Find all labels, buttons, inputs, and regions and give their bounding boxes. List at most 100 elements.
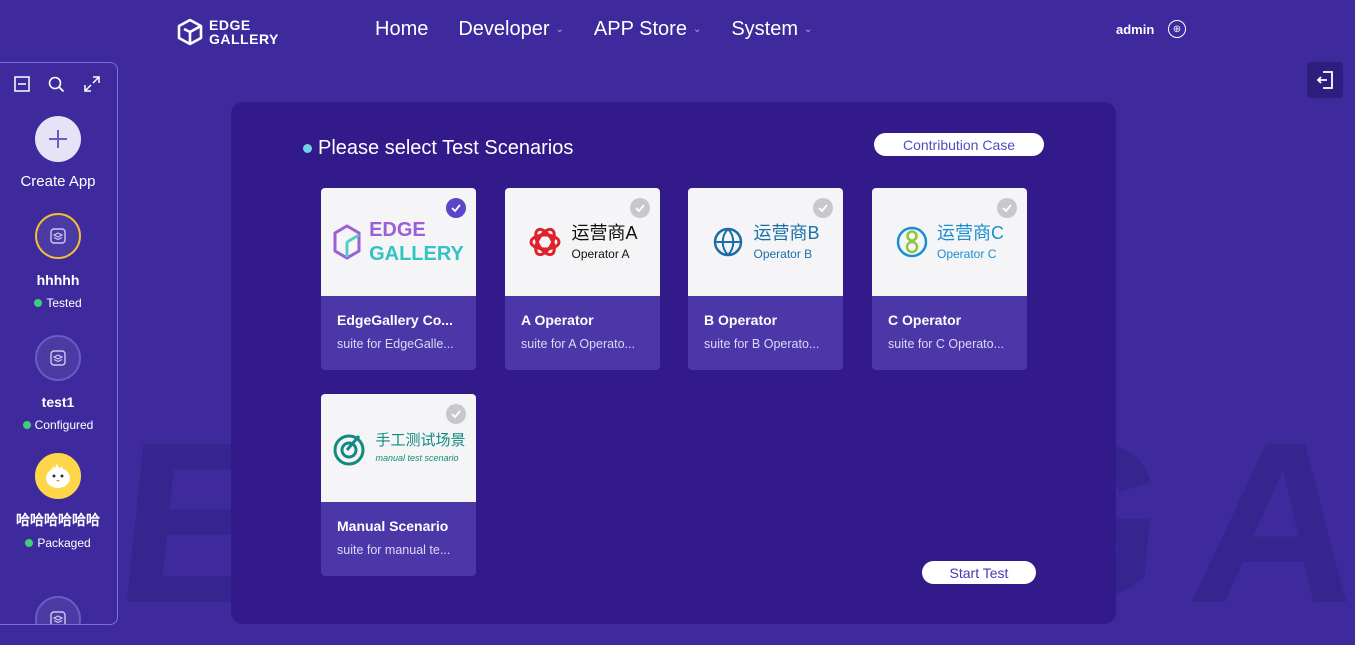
collapse-icon[interactable] [13,75,31,93]
nav-developer[interactable]: Developer ⌄ [458,18,564,41]
operator-a-emblem-icon [529,227,561,257]
nav-app-store[interactable]: APP Store ⌄ [594,18,701,41]
app-layers-icon [50,228,66,244]
target-check-icon [333,434,365,466]
card-title: EdgeGallery Co... [337,312,453,328]
cube-logo-icon [333,224,361,260]
logo-line-1: EDGE [209,17,251,33]
operator-c-emblem-icon [896,226,928,258]
scenario-card-edgegallery[interactable]: EDGE GALLERY EdgeGallery Co... suite for… [321,188,476,370]
card-image: 运营商A Operator A [505,188,660,296]
card-info: C Operator suite for C Operato... [872,296,1027,351]
status-dot [22,421,31,429]
plus-icon [49,130,67,148]
card-description: suite for A Operato... [521,337,635,351]
brand-line-1: EDGE [369,219,426,241]
nav-home[interactable]: Home [375,18,428,41]
nav-system[interactable]: System ⌄ [731,18,812,41]
sidebar-toolbar [0,63,117,97]
checkmark-icon[interactable] [813,198,833,218]
card-info: A Operator suite for A Operato... [505,296,660,351]
card-image: 运营商C Operator C [872,188,1027,296]
app-status-label: Packaged [37,536,91,550]
checkmark-icon[interactable] [997,198,1017,218]
app-avatar[interactable] [35,453,81,499]
nav-home-label: Home [375,18,429,40]
sidebar-app-item[interactable]: test1 Configured [0,335,116,432]
app-status: Configured [0,418,116,432]
scenario-card-a-operator[interactable]: 运营商A Operator A A Operator suite for A O… [505,188,660,370]
test-scenario-panel: Please select Test Scenarios Contributio… [231,102,1116,624]
logo-line-2: GALLERY [209,31,279,47]
panel-title-text: Please select Test Scenarios [318,137,574,159]
sidebar-app-item[interactable]: 哈哈哈哈哈哈 Packaged [0,453,116,550]
operator-a-logo: 运营商A Operator A [527,222,638,262]
sidebar-app-item[interactable]: hhhhh Tested [0,213,116,310]
username[interactable]: admin [1116,22,1154,37]
operator-b-logo: 运营商B Operator B [711,222,820,262]
expand-icon[interactable] [83,75,101,93]
app-status: Packaged [0,536,116,550]
app-layers-icon [50,611,66,624]
card-title: Manual Scenario [337,518,449,534]
top-navigation-bar: EDGE GALLERY Home Developer ⌄ APP Store ⌄ … [0,0,1355,64]
globe-icon[interactable]: ⊕ [1168,20,1186,38]
card-description: suite for manual te... [337,543,451,557]
checkmark-icon[interactable] [446,198,466,218]
contribution-case-button[interactable]: Contribution Case [874,133,1044,156]
brand-cn: 运营商B [753,222,820,243]
checkmark-icon[interactable] [630,198,650,218]
brand-cn: 手工测试场景 [375,432,466,450]
card-description: suite for B Operato... [704,337,820,351]
operator-c-logo: 运营商C Operator C [895,222,1004,262]
scenario-card-manual[interactable]: 手工测试场景 manual test scenario Manual Scena… [321,394,476,576]
title-bullet-icon [303,144,312,153]
app-status-label: Tested [46,296,82,310]
app-status-label: Configured [34,418,94,432]
cube-logo-icon [177,18,203,46]
brand-cn: 运营商C [937,222,1004,243]
search-icon[interactable] [48,75,66,93]
chevron-down-icon: ⌄ [555,24,564,35]
app-avatar[interactable] [35,596,81,624]
app-sidebar: Create App hhhhh Tested test1 Configured… [0,62,118,625]
edgegallery-logo[interactable]: EDGE GALLERY [177,18,279,46]
brand-en: Operator C [937,247,997,262]
card-info: B Operator suite for B Operato... [688,296,843,351]
app-name: hhhhh [36,272,80,288]
card-image: EDGE GALLERY [321,188,476,296]
app-name: test1 [41,394,75,410]
brand-cn: 运营商A [571,222,638,243]
create-app-button[interactable] [35,116,81,162]
nav-app-store-label: APP Store [593,18,687,40]
card-title: B Operator [704,312,778,328]
manual-scenario-logo: 手工测试场景 manual test scenario [331,428,466,468]
exit-icon [1316,71,1333,89]
chevron-down-icon: ⌄ [692,24,702,35]
brand-line-2: GALLERY [369,243,464,265]
scenario-card-c-operator[interactable]: 运营商C Operator C C Operator suite for C O… [872,188,1027,370]
card-title: C Operator [888,312,962,328]
edgegallery-brand-logo: EDGE GALLERY [333,218,464,266]
brand-en: Operator A [571,247,630,262]
app-avatar[interactable] [35,335,81,381]
card-info: Manual Scenario suite for manual te... [321,502,476,557]
sidebar-app-item[interactable] [0,596,116,624]
chevron-down-icon: ⌄ [804,24,813,35]
checkmark-icon[interactable] [446,404,466,424]
card-image: 运营商B Operator B [688,188,843,296]
scenario-card-b-operator[interactable]: 运营商B Operator B B Operator suite for B O… [688,188,843,370]
card-info: EdgeGallery Co... suite for EdgeGalle... [321,296,476,351]
logout-button[interactable] [1307,62,1343,98]
app-name: 哈哈哈哈哈哈 [16,512,100,528]
operator-b-globe-icon [714,227,743,257]
app-avatar[interactable] [35,213,81,259]
panel-title: Please select Test Scenarios [303,137,573,160]
chick-avatar-icon [46,463,70,488]
card-title: A Operator [521,312,594,328]
status-dot [34,299,43,307]
start-test-button[interactable]: Start Test [922,561,1036,584]
card-description: suite for C Operato... [888,337,1005,351]
create-app-label: Create App [20,173,96,190]
main-nav: Home Developer ⌄ APP Store ⌄ System ⌄ [375,18,812,41]
